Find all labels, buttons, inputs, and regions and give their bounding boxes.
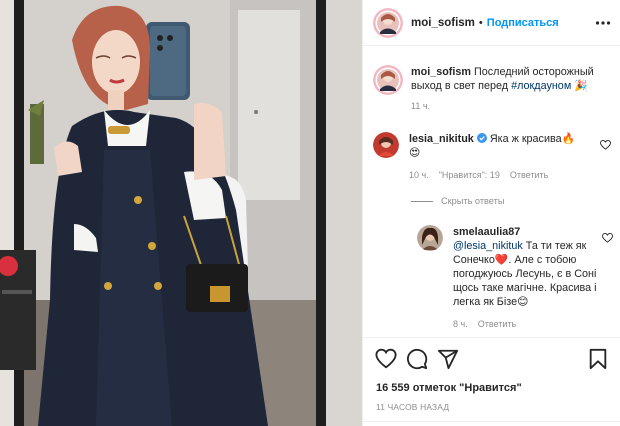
author-avatar[interactable]	[373, 7, 403, 38]
avatar-image	[373, 65, 403, 95]
post-sidebar: moi_sofism • Подписаться moi_sofism Посл…	[362, 0, 620, 426]
reply-meta: 8 ч. Ответить	[453, 319, 611, 329]
mirror-selfie-image	[0, 0, 362, 426]
red-heart-emoji: ❤️	[494, 254, 509, 266]
reply-button[interactable]: Ответить	[478, 319, 516, 329]
post-photo[interactable]	[0, 0, 362, 426]
caption-avatar[interactable]	[373, 65, 403, 95]
commenter-avatar[interactable]	[373, 132, 399, 158]
caption-time: 11 ч.	[411, 101, 431, 111]
smile-emoji: 😊	[517, 296, 529, 308]
caption-hashtag[interactable]: #локдауном	[511, 80, 571, 92]
commenter-avatar[interactable]	[417, 225, 443, 251]
comment-username[interactable]: lesia_nikituk	[409, 133, 474, 145]
fire-emoji: 🔥	[561, 133, 576, 145]
reply-button[interactable]: Ответить	[510, 170, 548, 180]
comment-like-icon[interactable]	[600, 140, 611, 150]
author-username[interactable]: moi_sofism	[411, 17, 475, 29]
post-caption: moi_sofism Последний осторожный выход в …	[373, 65, 613, 111]
heart-eyes-emoji: 😍	[409, 147, 421, 159]
comment-item: lesia_nikituk Яка ж красива🔥 😍 10 ч. "Нр…	[373, 132, 611, 180]
verified-badge-icon	[476, 133, 487, 143]
post-timestamp: 11 ЧАСОВ НАЗАД	[376, 402, 450, 412]
comment-meta: 10 ч. "Нравится": 19 Ответить	[409, 170, 611, 180]
reply-item: smelaaulia87 @lesia_nikituk Та ти теж як…	[417, 225, 613, 329]
hide-replies-label[interactable]: Скрыть ответы	[441, 196, 504, 206]
comment-likes[interactable]: "Нравится": 19	[439, 170, 500, 180]
post-header: moi_sofism • Подписаться	[363, 0, 620, 46]
comment-icon[interactable]	[406, 348, 428, 370]
follow-button[interactable]: Подписаться	[487, 17, 559, 29]
reply-text: smelaaulia87 @lesia_nikituk Та ти теж як…	[453, 225, 611, 309]
avatar-image	[373, 132, 399, 158]
likes-count[interactable]: 16 559 отметок "Нравится"	[376, 382, 522, 394]
hide-replies-toggle[interactable]: Скрыть ответы	[411, 196, 504, 206]
bookmark-icon[interactable]	[587, 348, 609, 370]
avatar-image	[417, 225, 443, 251]
reply-username[interactable]: smelaaulia87	[453, 226, 520, 238]
heart-icon[interactable]	[375, 348, 397, 370]
caption-username[interactable]: moi_sofism	[411, 66, 471, 78]
comment-like-icon[interactable]	[602, 233, 613, 243]
share-icon[interactable]	[437, 348, 459, 370]
comments-list[interactable]: moi_sofism Последний осторожный выход в …	[363, 47, 620, 337]
comment-time: 10 ч.	[409, 170, 429, 180]
add-comment-bar[interactable]	[363, 421, 620, 426]
post-actions: 16 559 отметок "Нравится" 11 ЧАСОВ НАЗАД	[363, 337, 620, 426]
comment-text: lesia_nikituk Яка ж красива🔥 😍	[409, 132, 611, 160]
avatar-image	[373, 7, 403, 38]
reply-mention[interactable]: @lesia_nikituk	[453, 240, 523, 252]
comment-body: Яка ж красива	[489, 133, 562, 145]
divider-line	[411, 200, 433, 202]
reply-time: 8 ч.	[453, 319, 468, 329]
caption-text: moi_sofism Последний осторожный выход в …	[411, 65, 613, 93]
party-emoji: 🎉	[574, 80, 588, 92]
more-icon[interactable]	[595, 16, 611, 30]
separator-dot: •	[478, 16, 483, 29]
